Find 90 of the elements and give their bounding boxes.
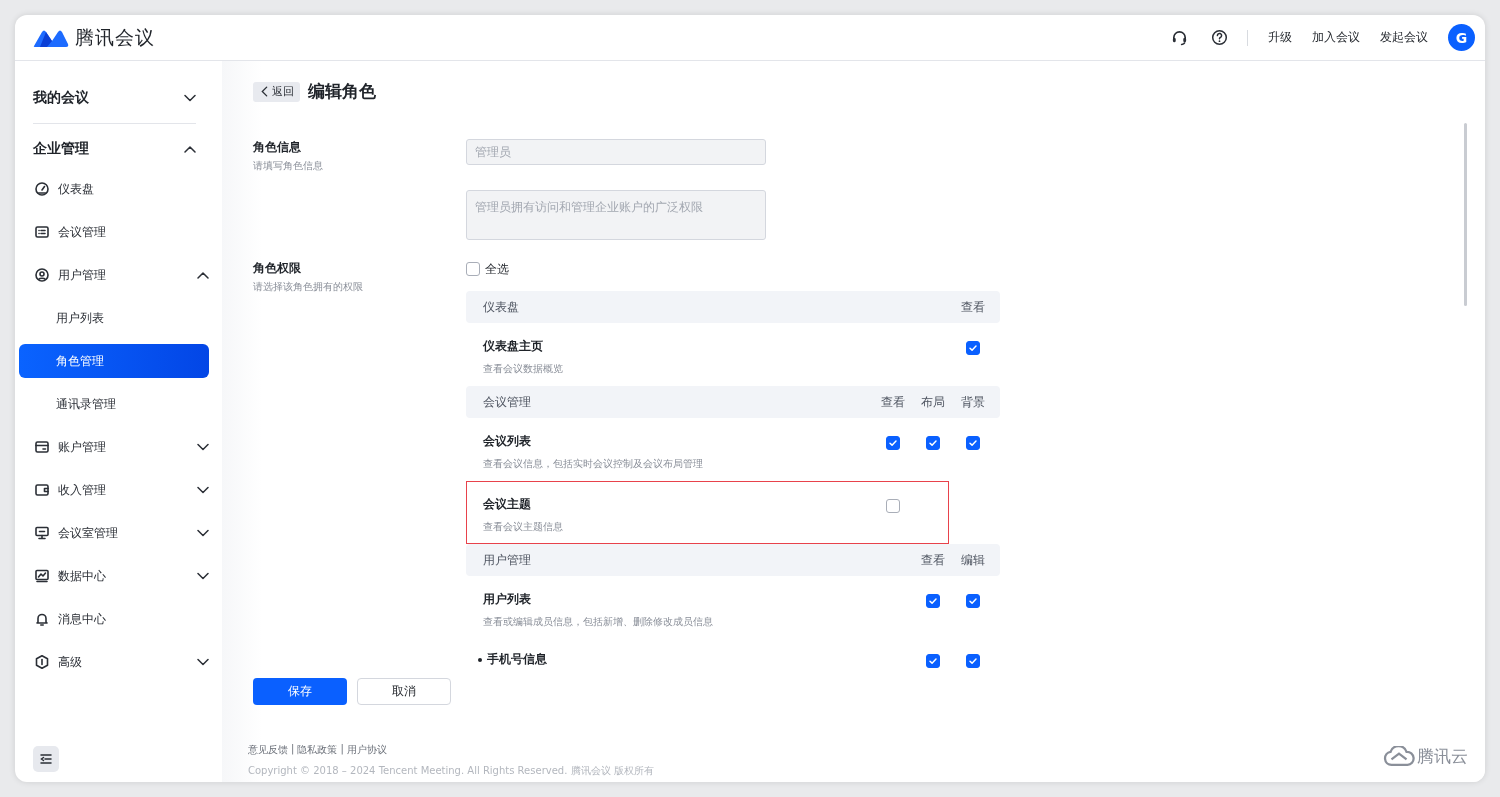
permission-name: 会议列表 <box>483 433 532 450</box>
column-header: 布局 <box>920 393 946 411</box>
cancel-button[interactable]: 取消 <box>357 678 451 705</box>
footer-link[interactable]: 用户协议 <box>346 743 387 757</box>
separator: | <box>291 743 295 757</box>
sidebar-item[interactable]: 会议管理 <box>19 215 209 249</box>
shield-icon <box>34 654 50 670</box>
headset-icon[interactable] <box>1171 28 1189 47</box>
field-hint: 请选择该角色拥有的权限 <box>253 280 364 294</box>
save-button[interactable]: 保存 <box>253 678 347 705</box>
permission-name: 仪表盘主页 <box>483 338 544 355</box>
permission-description: 查看会议数据概览 <box>483 362 563 376</box>
chevron-icon <box>197 658 209 666</box>
chevron-icon <box>197 271 209 279</box>
column-header: 查看 <box>960 298 986 316</box>
user-icon <box>34 267 50 283</box>
bullet-icon <box>478 657 482 662</box>
footer-link[interactable]: 意见反馈 <box>248 743 288 757</box>
sidebar-item[interactable]: 通讯录管理 <box>19 387 209 421</box>
checkbox[interactable] <box>966 436 980 450</box>
group-title: 用户管理 <box>483 551 531 569</box>
sidebar-item[interactable]: 收入管理 <box>19 473 209 507</box>
checkbox[interactable] <box>926 654 940 668</box>
app-title: 腾讯会议 <box>75 24 155 50</box>
chevron-icon <box>197 572 209 580</box>
sidebar-item[interactable]: 消息中心 <box>19 602 209 636</box>
field-hint: 请填写角色信息 <box>253 159 324 173</box>
separator: | <box>340 743 344 757</box>
permission-name: 手机号信息 <box>487 651 547 668</box>
checkbox[interactable] <box>966 594 980 608</box>
column-header: 背景 <box>960 393 986 411</box>
checkbox[interactable] <box>886 499 900 513</box>
collapse-button[interactable] <box>33 746 59 772</box>
monitor-icon <box>34 525 50 541</box>
header-link[interactable]: 升级 <box>1268 29 1292 46</box>
wallet-icon <box>34 482 50 498</box>
checkbox[interactable] <box>886 436 900 450</box>
section-label: 企业管理 <box>33 140 89 158</box>
permission-description: 查看会议信息，包括实时会议控制及会议布局管理 <box>483 457 703 471</box>
chevron-icon <box>184 94 196 102</box>
sidebar-section[interactable]: 企业管理 <box>33 126 196 172</box>
sidebar-item[interactable]: 仪表盘 <box>19 172 209 206</box>
header-link[interactable]: 加入会议 <box>1312 29 1360 46</box>
checkbox[interactable] <box>966 654 980 668</box>
permission-description: 查看或编辑成员信息，包括新增、删除修改成员信息 <box>483 615 713 629</box>
chevron-left-icon <box>261 86 268 97</box>
header-link[interactable]: 发起会议 <box>1380 29 1428 46</box>
sidebar-section[interactable]: 我的会议 <box>33 75 196 121</box>
group-title: 会议管理 <box>483 393 531 411</box>
sidebar-item[interactable]: 账户管理 <box>19 430 209 464</box>
footer-link[interactable]: 隐私政策 <box>297 743 338 757</box>
back-button[interactable]: 返回 <box>253 81 300 102</box>
permission-description: 查看会议主题信息 <box>483 520 563 534</box>
checkbox-label: 全选 <box>485 260 509 278</box>
help-icon[interactable] <box>1211 28 1229 47</box>
chevron-icon <box>184 145 196 153</box>
chart-icon <box>34 568 50 584</box>
group-title: 仪表盘 <box>483 298 519 316</box>
chevron-icon <box>197 443 209 451</box>
sidebar-item[interactable]: 用户管理 <box>19 258 209 292</box>
permission-name: 会议主题 <box>483 496 532 513</box>
chevron-icon <box>197 486 209 494</box>
field-label: 角色权限 <box>253 260 302 276</box>
sidebar-item[interactable]: 高级 <box>19 645 209 679</box>
section-label: 我的会议 <box>33 89 89 107</box>
sidebar-item[interactable]: 数据中心 <box>19 559 209 593</box>
scrollbar[interactable] <box>1464 123 1467 306</box>
avatar[interactable]: G <box>1448 24 1475 51</box>
collapse-icon <box>39 752 53 766</box>
sidebar-item[interactable]: 角色管理 <box>19 344 209 378</box>
checkbox[interactable] <box>926 436 940 450</box>
page-title: 编辑角色 <box>308 80 376 103</box>
permission-name: 用户列表 <box>483 591 532 608</box>
column-header: 查看 <box>880 393 906 411</box>
column-header: 查看 <box>920 551 946 569</box>
chevron-icon <box>197 529 209 537</box>
sidebar-item[interactable]: 会议室管理 <box>19 516 209 550</box>
copyright-text: Copyright © 2018 – 2024 Tencent Meeting. All Rights Reserved. 腾讯会议 版权所有 <box>248 764 655 778</box>
list-icon <box>34 224 50 240</box>
checkbox[interactable] <box>966 341 980 355</box>
gauge-icon <box>34 181 50 197</box>
checkbox[interactable] <box>466 262 480 276</box>
cloud-logo-icon <box>1383 746 1415 767</box>
bell-icon <box>34 611 50 627</box>
column-header: 编辑 <box>960 551 986 569</box>
field-label: 角色信息 <box>253 139 302 155</box>
sidebar-item[interactable]: 用户列表 <box>19 301 209 335</box>
checkbox[interactable] <box>926 594 940 608</box>
brand-name: 腾讯云 <box>1417 745 1468 768</box>
card-icon <box>34 439 50 455</box>
